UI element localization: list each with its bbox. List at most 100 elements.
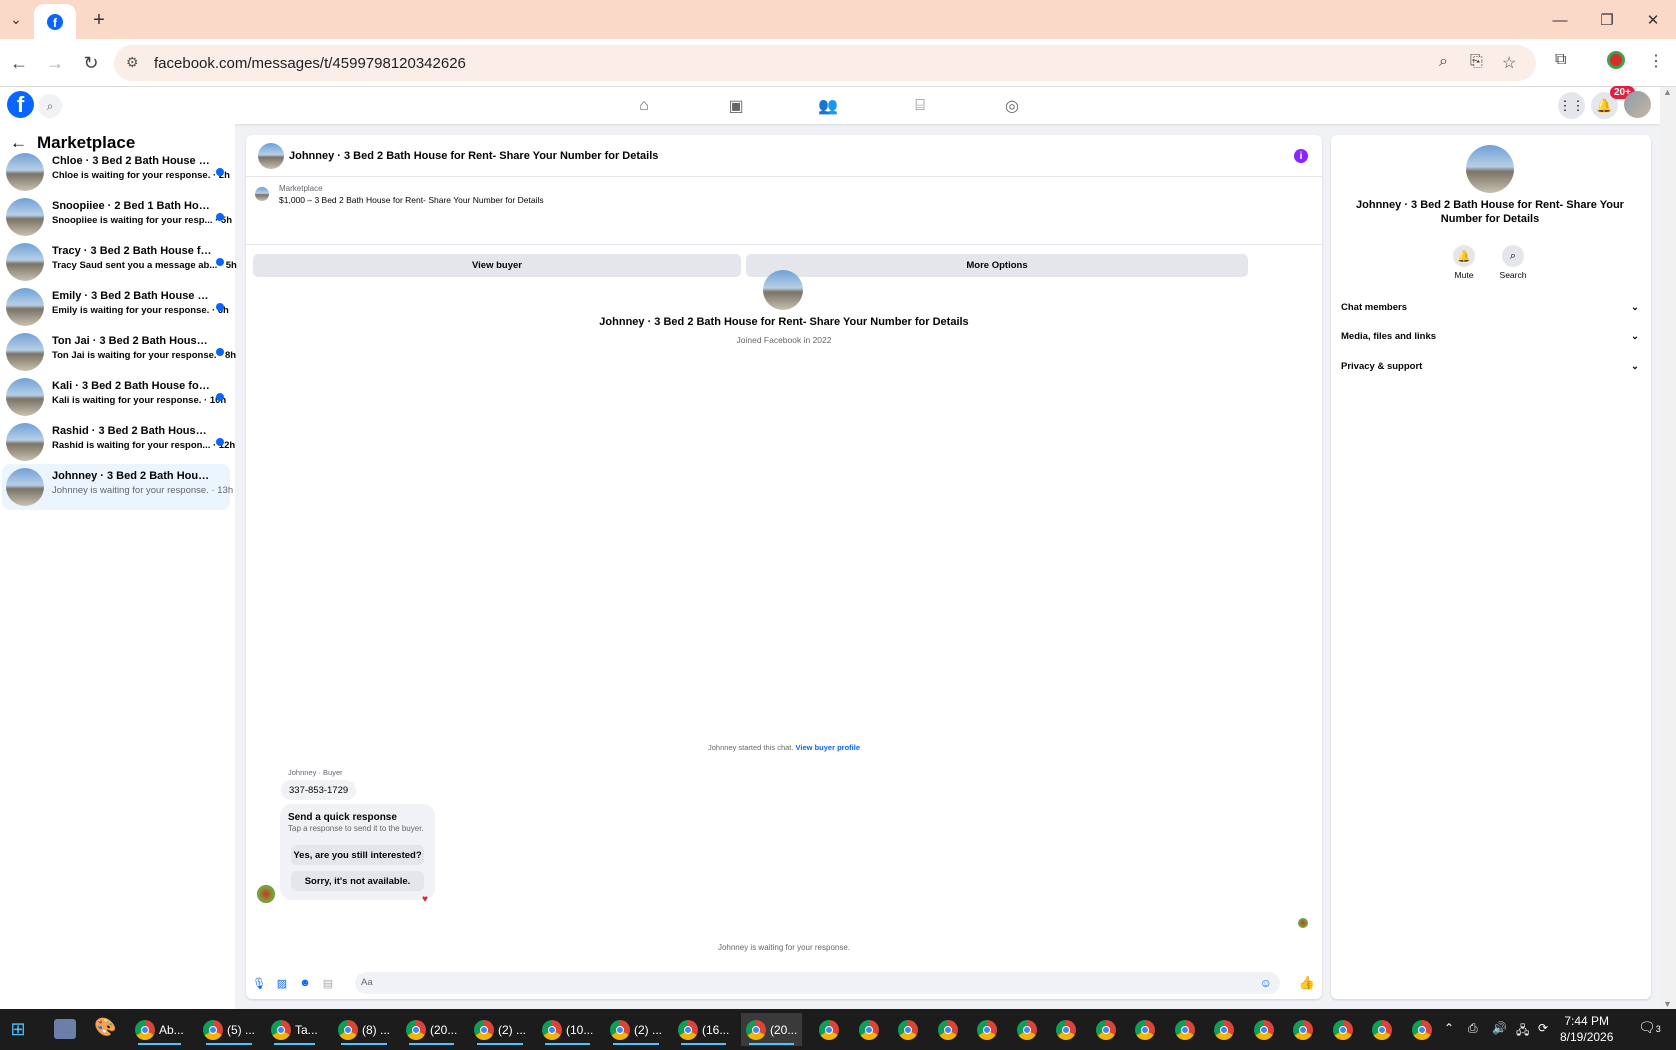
microphone-icon[interactable]: 🎙: [252, 976, 266, 990]
system-clock[interactable]: 7:44 PM 8/19/2026: [1560, 1013, 1613, 1045]
network-icon[interactable]: 🖧: [1516, 1021, 1529, 1042]
sync-icon[interactable]: ⟳: [1538, 1021, 1548, 1035]
chat-avatar[interactable]: [258, 143, 284, 169]
taskbar-chrome-window[interactable]: (5) ...: [198, 1013, 260, 1046]
zoom-icon[interactable]: ⌕: [1439, 53, 1448, 71]
facebook-search-icon[interactable]: ⌕: [38, 94, 62, 118]
conversation-item[interactable]: Snoopiiee · 2 Bed 1 Bath House f... Snoop…: [2, 194, 232, 240]
taskbar-chrome-window[interactable]: (2) ...: [469, 1013, 531, 1046]
chat-title[interactable]: Johnney · 3 Bed 2 Bath House for Rent- S…: [289, 150, 658, 162]
taskbar-chrome-window[interactable]: (20...: [401, 1013, 462, 1046]
tray-overflow-chevron-icon[interactable]: ⌃: [1444, 1021, 1454, 1035]
message-input[interactable]: Aa ☺: [355, 972, 1280, 994]
conversation-item[interactable]: Johnney · 3 Bed 2 Bath House for ... John…: [2, 464, 233, 510]
chrome-menu-icon[interactable]: ⋮: [1648, 51, 1664, 71]
scroll-down-icon[interactable]: ▼: [1663, 999, 1672, 1009]
profile-avatar-icon[interactable]: [1607, 51, 1625, 69]
volume-icon[interactable]: 🔊: [1492, 1021, 1507, 1035]
scroll-up-icon[interactable]: ▲: [1663, 87, 1672, 97]
groups-icon[interactable]: ◎: [1001, 95, 1023, 117]
conversation-item[interactable]: Ton Jai · 3 Bed 2 Bath House for ... Ton …: [2, 329, 236, 375]
restore-button[interactable]: ❐: [1592, 8, 1622, 32]
section-chat-members[interactable]: Chat members ⌄: [1341, 302, 1639, 313]
video-icon[interactable]: ▣: [725, 95, 747, 117]
close-window-button[interactable]: ✕: [1638, 8, 1668, 32]
mute-button[interactable]: 🔔 Mute: [1444, 245, 1484, 280]
facebook-logo-icon[interactable]: f: [7, 91, 34, 118]
taskbar-chrome-profile-icon[interactable]: [1051, 1013, 1081, 1046]
taskbar-chrome-profile-icon[interactable]: [1170, 1013, 1200, 1046]
photo-icon[interactable]: ▨: [275, 976, 289, 990]
tab-search-chevron-icon[interactable]: ⌄: [0, 4, 32, 36]
forward-button[interactable]: →: [43, 51, 67, 75]
sender-avatar[interactable]: [257, 885, 275, 903]
message-bubble[interactable]: 337-853-1729: [281, 780, 357, 800]
sticker-icon[interactable]: ☻: [298, 976, 312, 990]
listing-thumb[interactable]: [255, 187, 269, 201]
page-scrollbar[interactable]: ▲ ▼: [1660, 87, 1676, 1009]
taskbar-chrome-profile-icon[interactable]: [893, 1013, 923, 1046]
taskbar-chrome-profile-icon[interactable]: [1012, 1013, 1042, 1046]
taskbar-chrome-window[interactable]: (20...: [741, 1013, 803, 1046]
taskbar-chrome-profile-icon[interactable]: [1288, 1013, 1318, 1046]
friends-icon[interactable]: 👥: [817, 95, 839, 117]
section-privacy-support[interactable]: Privacy & support ⌄: [1341, 361, 1639, 372]
taskbar-chrome-profile-icon[interactable]: [972, 1013, 1002, 1046]
home-icon[interactable]: ⌂: [633, 95, 655, 117]
conversation-item[interactable]: Tracy · 3 Bed 2 Bath House for R... Tracy…: [2, 239, 237, 285]
conversation-item[interactable]: Chloe · 3 Bed 2 Bath House for R... Chloe…: [2, 149, 230, 195]
bookmark-star-icon[interactable]: ☆: [1502, 53, 1516, 73]
listing-price-title[interactable]: $1,000 – 3 Bed 2 Bath House for Rent- Sh…: [279, 195, 544, 205]
new-tab-button[interactable]: +: [86, 8, 112, 32]
details-avatar[interactable]: [1466, 145, 1514, 193]
conversation-item[interactable]: Rashid · 3 Bed 2 Bath House for ... Rashi…: [2, 419, 235, 465]
conversation-item[interactable]: Kali · 3 Bed 2 Bath House for Ren... Kali…: [2, 374, 230, 420]
install-app-icon[interactable]: ⎘: [1470, 53, 1483, 71]
more-options-button[interactable]: More Options: [746, 254, 1248, 277]
taskbar-chrome-window[interactable]: (16...: [673, 1013, 734, 1046]
taskbar-chrome-window[interactable]: (10...: [537, 1013, 598, 1046]
minimize-button[interactable]: —: [1545, 8, 1575, 32]
quick-reply-not-available-button[interactable]: Sorry, it's not available.: [291, 871, 424, 891]
heart-reaction-icon[interactable]: ♥: [422, 894, 428, 905]
taskbar-chrome-profile-icon[interactable]: [1367, 1013, 1397, 1046]
taskbar-chrome-profile-icon[interactable]: [814, 1013, 844, 1046]
back-button[interactable]: ←: [7, 51, 31, 75]
taskbar-chrome-profile-icon[interactable]: [1130, 1013, 1160, 1046]
taskbar-chrome-window[interactable]: Ta...: [266, 1013, 323, 1046]
taskbar-chrome-profile-icon[interactable]: [1209, 1013, 1239, 1046]
taskbar-chrome-profile-icon[interactable]: [1407, 1013, 1437, 1046]
conversation-item[interactable]: Emily · 3 Bed 2 Bath House for R... Emily…: [2, 284, 230, 330]
like-thumb-icon[interactable]: 👍: [1299, 975, 1315, 990]
taskbar-chrome-profile-icon[interactable]: [1328, 1013, 1358, 1046]
waiting-status: Johnney is waiting for your response.: [717, 943, 851, 952]
extensions-icon[interactable]: ⧉: [1555, 51, 1566, 69]
taskbar-chrome-profile-icon[interactable]: [1249, 1013, 1279, 1046]
marketplace-icon[interactable]: ⌸: [909, 95, 931, 117]
taskbar-chrome-window[interactable]: Ab...: [130, 1013, 189, 1046]
meeting-icon[interactable]: ⎙: [1468, 1021, 1478, 1036]
taskbar-chrome-window[interactable]: (2) ...: [605, 1013, 667, 1046]
pinned-app-icon[interactable]: [54, 1019, 76, 1039]
site-info-icon[interactable]: ⚙: [126, 54, 139, 71]
windows-start-icon[interactable]: ⊞: [8, 1019, 28, 1039]
account-avatar[interactable]: [1624, 91, 1651, 118]
quick-reply-interested-button[interactable]: Yes, are you still interested?: [291, 845, 424, 865]
info-icon[interactable]: i: [1294, 149, 1308, 163]
address-bar[interactable]: ⚙ facebook.com/messages/t/45997981203426…: [114, 45, 1536, 81]
gif-icon[interactable]: ▤: [321, 976, 335, 990]
menu-grid-icon[interactable]: ⋮⋮: [1558, 92, 1585, 119]
taskbar-chrome-profile-icon[interactable]: [1091, 1013, 1121, 1046]
paint-app-icon[interactable]: 🎨: [94, 1017, 116, 1038]
search-button[interactable]: ⌕ Search: [1493, 245, 1533, 280]
view-buyer-profile-link[interactable]: View buyer profile: [796, 743, 860, 752]
taskbar-chrome-profile-icon[interactable]: [933, 1013, 963, 1046]
taskbar-chrome-profile-icon[interactable]: [854, 1013, 884, 1046]
section-media-files-links[interactable]: Media, files and links ⌄: [1341, 331, 1639, 342]
view-buyer-button[interactable]: View buyer: [253, 254, 741, 277]
tab-facebook[interactable]: f: [34, 4, 76, 39]
taskbar-chrome-window[interactable]: (8) ...: [333, 1013, 395, 1046]
emoji-icon[interactable]: ☺: [1260, 976, 1272, 990]
notification-center-icon[interactable]: 🗨3: [1638, 1019, 1661, 1036]
reload-button[interactable]: ↻: [79, 51, 103, 75]
